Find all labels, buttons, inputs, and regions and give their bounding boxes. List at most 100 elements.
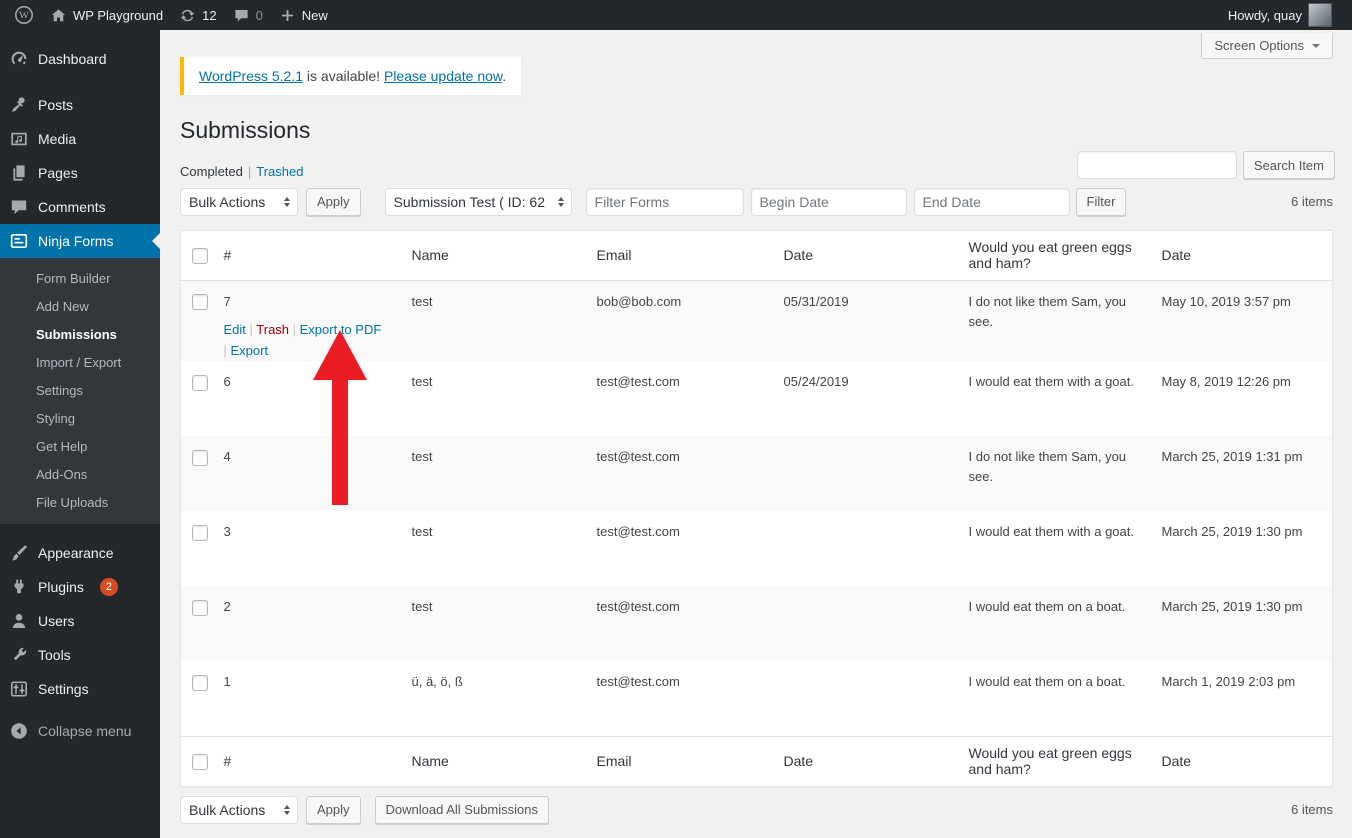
column-header: Date [773,230,959,281]
select-all-checkbox[interactable] [192,247,208,264]
action-separator: | [289,321,300,337]
column-header: # [213,735,402,787]
begin-date-input[interactable] [750,187,907,216]
submenu-item-import-export[interactable]: Import / Export [0,348,160,376]
row-checkbox[interactable] [192,449,208,466]
sidebar-item-settings[interactable]: Settings [0,672,160,706]
sidebar-item-label: Posts [38,97,74,113]
items-count: 6 items [1291,194,1333,210]
sidebar-item-pages[interactable]: Pages [0,156,160,190]
update-icon [179,7,196,24]
howdy-text: Howdy, quay [1227,7,1302,23]
sidebar-item-label: Comments [38,199,106,215]
table-head-row: # Name Email Date Would you eat green eggs a… [180,230,1333,281]
submenu-item-settings[interactable]: Settings [0,376,160,404]
row-checkbox[interactable] [192,294,208,311]
apply-button-bottom[interactable]: Apply [306,795,361,824]
cell-id: 6 [223,374,231,390]
row-action-export-pdf[interactable]: Export to PDF [300,322,382,337]
apply-button[interactable]: Apply [306,187,361,216]
table-row: 7 Edit | Trash | Export to PDF | Export te… [180,280,1333,362]
sidebar-item-tools[interactable]: Tools [0,638,160,672]
screen-options-button[interactable]: Screen Options [1201,33,1333,59]
new-content-menu[interactable]: New [271,0,336,30]
cell-submitted: March 25, 2019 1:31 pm [1161,449,1303,465]
submenu-item-submissions[interactable]: Submissions [0,320,160,348]
chevron-down-icon [1312,43,1320,52]
notice-text: is available! [303,68,384,84]
column-header: Email [586,230,774,281]
site-name-menu[interactable]: WP Playground [42,0,171,30]
wordpress-logo-menu[interactable]: W [6,0,42,30]
updates-count: 12 [202,7,217,23]
sidebar-item-appearance[interactable]: Appearance [0,536,160,570]
cell-name: ü, ä, ö, ß [411,674,463,690]
cell-date: 05/24/2019 [783,374,849,390]
row-checkbox[interactable] [192,599,208,616]
cell-submitted: March 1, 2019 2:03 pm [1161,674,1296,690]
sidebar-item-users[interactable]: Users [0,604,160,638]
cell-id: 7 [223,293,231,309]
sidebar-item-collapse-menu[interactable]: Collapse menu [0,714,160,748]
submenu-item-add-ons[interactable]: Add-Ons [0,460,160,488]
comments-count: 0 [255,7,263,23]
cell-id: 3 [223,524,231,540]
menu-separator [0,524,160,536]
menu-separator [0,76,160,88]
sidebar-item-ninja-forms[interactable]: Ninja Forms [0,224,160,258]
sidebar-item-dashboard[interactable]: Dashboard [0,42,160,76]
row-checkbox[interactable] [192,674,208,691]
sidebar-item-comments[interactable]: Comments [0,190,160,224]
update-now-link[interactable]: Please update now [384,68,502,84]
screen-options-label: Screen Options [1214,38,1304,53]
filter-forms-input[interactable] [585,187,744,216]
end-date-input[interactable] [913,187,1070,216]
cell-email: test@test.com [596,449,680,465]
cell-email: test@test.com [596,674,680,690]
cell-date [774,661,959,736]
submenu-item-file-uploads[interactable]: File Uploads [0,488,160,516]
submenu-item-get-help[interactable]: Get Help [0,432,160,460]
admin-sidebar: Dashboard Posts Media Pages Comments Ninja Fo… [0,30,160,838]
account-menu[interactable]: Howdy, quay [1220,0,1340,30]
row-checkbox[interactable] [192,524,208,541]
view-trashed-link[interactable]: Trashed [256,164,303,179]
dashboard-icon [9,49,29,69]
sidebar-item-media[interactable]: Media [0,122,160,156]
cell-date: 05/31/2019 [783,293,849,309]
row-action-edit[interactable]: Edit [224,322,246,337]
search-input[interactable] [1076,151,1237,179]
row-actions: Edit | Trash | Export to PDF | Export [224,312,388,362]
sidebar-item-posts[interactable]: Posts [0,88,160,122]
submenu-item-styling[interactable]: Styling [0,404,160,432]
column-header: Would you eat green eggs and ham? [958,735,1152,787]
ninja-forms-submenu: Form Builder Add New Submissions Import / E… [0,258,160,524]
view-completed[interactable]: Completed [180,164,243,179]
select-all-checkbox-bottom[interactable] [192,753,208,770]
updates-menu[interactable]: 12 [171,0,224,30]
bulk-actions-select[interactable]: Bulk Actions [180,187,298,216]
appearance-icon [9,543,29,563]
row-checkbox[interactable] [192,374,208,391]
top-toolbar: Bulk Actions Apply Submission Test ( ID:… [180,187,1333,216]
sidebar-item-label: Appearance [38,545,114,561]
row-action-export[interactable]: Export [231,343,269,358]
bulk-actions-select-bottom[interactable]: Bulk Actions [180,795,298,824]
sidebar-item-label: Tools [38,647,71,663]
search-item-button[interactable]: Search Item [1242,151,1335,179]
row-action-trash[interactable]: Trash [256,322,289,337]
comments-menu[interactable]: 0 [225,0,271,30]
wordpress-version-link[interactable]: WordPress 5.2.1 [199,68,303,84]
form-filter-select[interactable]: Submission Test ( ID: 62 ) [384,187,572,216]
submenu-item-form-builder[interactable]: Form Builder [0,264,160,292]
download-all-submissions-button[interactable]: Download All Submissions [374,795,549,824]
settings-icon [9,679,29,699]
cell-email: test@test.com [596,524,680,540]
submenu-item-add-new[interactable]: Add New [0,292,160,320]
sidebar-item-label: Dashboard [38,51,107,67]
table-row: 4 test test@test.com I do not like them Sam… [180,436,1333,512]
cell-submitted: May 8, 2019 12:26 pm [1161,374,1291,390]
filter-button[interactable]: Filter [1075,187,1127,216]
sidebar-item-plugins[interactable]: Plugins 2 [0,570,160,604]
cell-email: test@test.com [596,374,680,390]
